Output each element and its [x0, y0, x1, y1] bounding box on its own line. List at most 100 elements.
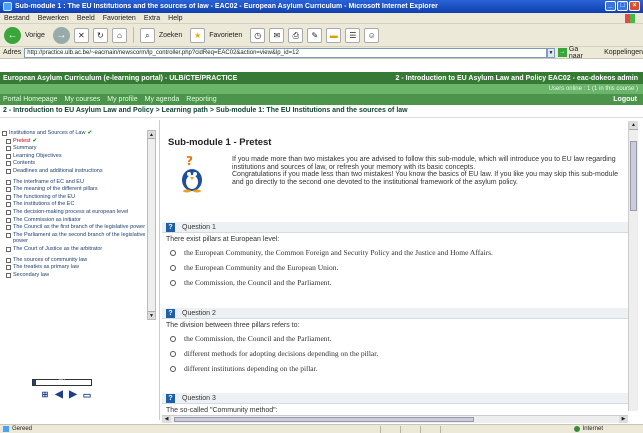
radio-button[interactable]	[170, 335, 176, 342]
tree-item[interactable]: Contents	[2, 160, 146, 167]
home-icon[interactable]: ⌂	[111, 27, 127, 43]
back-arrow-icon[interactable]: ←	[4, 26, 21, 44]
go-button[interactable]: → Ga naar	[557, 46, 594, 60]
next-arrow-icon[interactable]: ▶	[68, 390, 78, 400]
menu-favorites[interactable]: Favorieten	[103, 15, 136, 22]
tree-item[interactable]: Secondary law	[2, 272, 146, 279]
answer-option-label: the European Community and the European …	[184, 263, 339, 272]
address-dropdown-icon[interactable]: ▼	[546, 47, 555, 58]
question-icon: ?	[166, 308, 175, 318]
refresh-icon[interactable]: ↻	[92, 27, 108, 43]
forward-arrow-icon[interactable]: →	[52, 26, 70, 44]
radio-button[interactable]	[170, 365, 176, 372]
checkbox-icon	[2, 131, 7, 136]
answer-option[interactable]: the Commission, the Council and the Parl…	[170, 334, 331, 343]
nav-reporting[interactable]: Reporting	[186, 96, 216, 103]
answer-option[interactable]: the Commission, the Council and the Parl…	[170, 278, 331, 287]
scroll-left-icon[interactable]: ◀	[162, 416, 171, 423]
fullscreen-icon[interactable]: ▭	[82, 390, 92, 400]
tree-item[interactable]: The decision-making process at european …	[2, 209, 146, 216]
status-cell	[380, 425, 400, 433]
address-input[interactable]: http://practice.ulb.ac.be/~eacmain/newsc…	[24, 47, 547, 58]
tree-item[interactable]: The Parliament as the second branch of t…	[2, 232, 146, 245]
answer-option[interactable]: the European Community and the European …	[170, 263, 338, 272]
nav-my-courses[interactable]: My courses	[64, 96, 100, 103]
main-scroll-up-icon[interactable]: ▲	[629, 121, 638, 130]
main-scroll-thumb[interactable]	[630, 141, 637, 211]
favorites-star-icon[interactable]: ★	[190, 27, 206, 43]
tree-item[interactable]: The functioning of the EU	[2, 194, 146, 201]
tree-item-label: The Court of Justice as the arbitrator	[13, 245, 103, 252]
nav-my-profile[interactable]: My profile	[107, 96, 137, 103]
checkbox-icon	[6, 146, 11, 152]
answer-option-label: different methods for adopting decisions…	[184, 349, 379, 358]
tree-item[interactable]: Summary	[2, 145, 146, 152]
tree-item[interactable]: The treaties as primary law	[2, 264, 146, 271]
tree-item[interactable]: The Commission as initiator	[2, 217, 146, 224]
logout-link[interactable]: Logout	[613, 96, 637, 103]
tree-item[interactable]: The Council as the first branch of the l…	[2, 224, 146, 231]
print-icon[interactable]: ⎙	[288, 27, 304, 43]
tree-item-label: The treaties as primary law	[13, 264, 80, 271]
windows-logo-icon	[625, 14, 635, 23]
back-label[interactable]: Vorige	[25, 32, 45, 39]
tree-item[interactable]: The interframe of EC and EU	[2, 179, 146, 186]
menu-view[interactable]: Beeld	[77, 15, 95, 22]
question-icon: ?	[166, 393, 175, 403]
nav-homepage[interactable]: Portal Homepage	[3, 96, 57, 103]
radio-button[interactable]	[170, 279, 176, 286]
question-text: The division between three pillars refer…	[166, 322, 300, 329]
tree-item[interactable]: The sources of community law	[2, 257, 146, 264]
completed-check-icon: ✔	[87, 130, 93, 136]
previous-arrow-icon[interactable]: ◀	[54, 390, 64, 400]
horizontal-scroll-thumb[interactable]	[174, 417, 474, 422]
checkbox-icon	[6, 232, 11, 238]
history-icon[interactable]: ◷	[250, 27, 266, 43]
minimize-button[interactable]: _	[605, 1, 616, 11]
maximize-button[interactable]: □	[617, 1, 628, 11]
ie-icon	[3, 2, 12, 11]
radio-button[interactable]	[170, 249, 176, 256]
tree-view-icon[interactable]: ⊞	[40, 390, 50, 400]
scroll-right-icon[interactable]: ▶	[619, 416, 628, 423]
links-label[interactable]: Koppelingen	[604, 49, 643, 56]
nav-my-agenda[interactable]: My agenda	[145, 96, 180, 103]
scroll-down-icon[interactable]: ▼	[148, 311, 155, 319]
radio-button[interactable]	[170, 350, 176, 357]
checkbox-icon	[6, 209, 11, 215]
folder-icon[interactable]: ▬	[326, 27, 342, 43]
menu-tools[interactable]: Extra	[144, 15, 160, 22]
favorites-label[interactable]: Favorieten	[209, 32, 242, 39]
progress-text: 6%	[58, 379, 66, 385]
answer-option[interactable]: different institutions depending on the …	[170, 364, 318, 373]
close-button[interactable]: ×	[629, 1, 640, 11]
question-label: Question 3	[182, 394, 216, 402]
tree-item[interactable]: The institutions of the EC	[2, 201, 146, 208]
answer-option[interactable]: different methods for adopting decisions…	[170, 349, 378, 358]
tree-item[interactable]: The meaning of the different pillars	[2, 186, 146, 193]
horizontal-scrollbar[interactable]: ◀ ▶	[162, 415, 628, 423]
menu-edit[interactable]: Bewerken	[38, 15, 69, 22]
radio-button[interactable]	[170, 264, 176, 271]
discuss-icon[interactable]: ☰	[345, 27, 361, 43]
portal-title[interactable]: European Asylum Curriculum (e-learning p…	[3, 75, 237, 82]
tree-item[interactable]: The Court of Justice as the arbitrator	[2, 246, 146, 253]
sidebar-scrollbar[interactable]: ▲ ▼	[147, 130, 156, 320]
mail-icon[interactable]: ✉	[269, 27, 285, 43]
messenger-icon[interactable]: ☺	[364, 27, 380, 43]
edit-icon[interactable]: ✎	[307, 27, 323, 43]
scroll-up-icon[interactable]: ▲	[148, 131, 155, 139]
answer-option[interactable]: the European Community, the Common Forei…	[170, 248, 493, 257]
tree-item[interactable]: Learning Objectives	[2, 153, 146, 160]
tree-item[interactable]: Pretest ✔	[2, 138, 146, 145]
stop-icon[interactable]: ✕	[73, 27, 89, 43]
breadcrumb[interactable]: 2 - Introduction to EU Asylum Law and Po…	[0, 105, 643, 118]
main-scrollbar[interactable]: ▲	[628, 121, 638, 411]
tree-item[interactable]: Deadlines and additional instructions	[2, 168, 146, 175]
menu-file[interactable]: Bestand	[4, 15, 30, 22]
search-label[interactable]: Zoeken	[159, 32, 182, 39]
go-arrow-icon: →	[557, 48, 567, 57]
tree-item[interactable]: Institutions and Sources of Law ✔	[2, 130, 146, 137]
search-icon[interactable]: ⌕	[139, 27, 155, 43]
menu-help[interactable]: Help	[168, 15, 182, 22]
